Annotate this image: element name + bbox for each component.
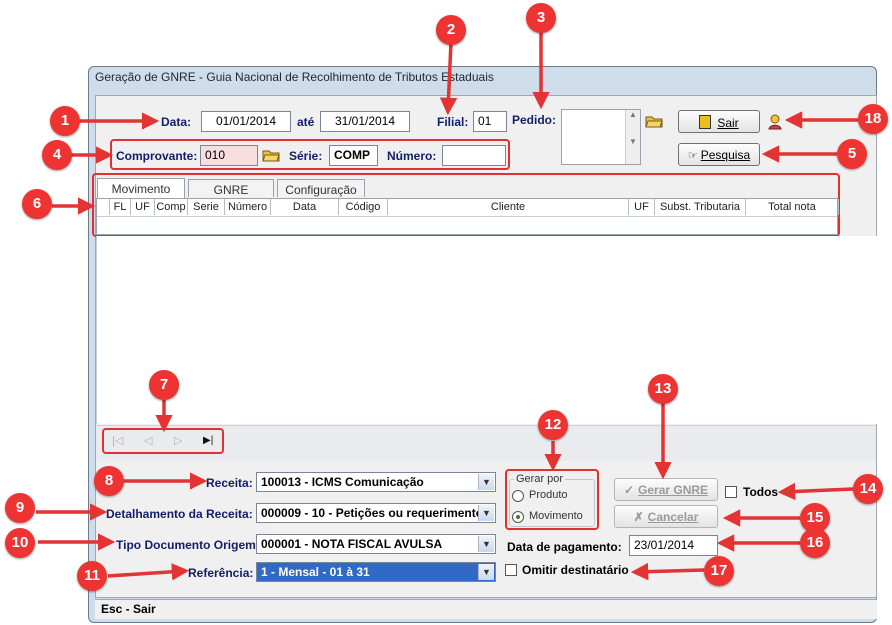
callout-1: 1 bbox=[50, 106, 80, 136]
callout-14: 14 bbox=[853, 474, 883, 504]
arrow-17 bbox=[630, 562, 705, 581]
callout-12: 12 bbox=[538, 410, 568, 440]
callout-5: 5 bbox=[837, 139, 867, 169]
callout-9: 9 bbox=[5, 493, 35, 523]
callout-13: 13 bbox=[648, 374, 678, 404]
callout-arrows bbox=[36, 32, 858, 581]
callout-11: 11 bbox=[77, 561, 107, 591]
arrow-14 bbox=[777, 482, 854, 501]
callout-7: 7 bbox=[149, 370, 179, 400]
arrow-11 bbox=[107, 563, 190, 581]
callout-17: 17 bbox=[704, 556, 734, 586]
callout-10: 10 bbox=[5, 528, 35, 558]
callout-4: 4 bbox=[42, 140, 72, 170]
callout-8: 8 bbox=[94, 466, 124, 496]
callout-6: 6 bbox=[22, 189, 52, 219]
arrow-2 bbox=[439, 41, 458, 116]
callout-16: 16 bbox=[800, 528, 830, 558]
callout-3: 3 bbox=[526, 3, 556, 33]
callout-2: 2 bbox=[436, 15, 466, 45]
callout-18: 18 bbox=[858, 104, 888, 134]
